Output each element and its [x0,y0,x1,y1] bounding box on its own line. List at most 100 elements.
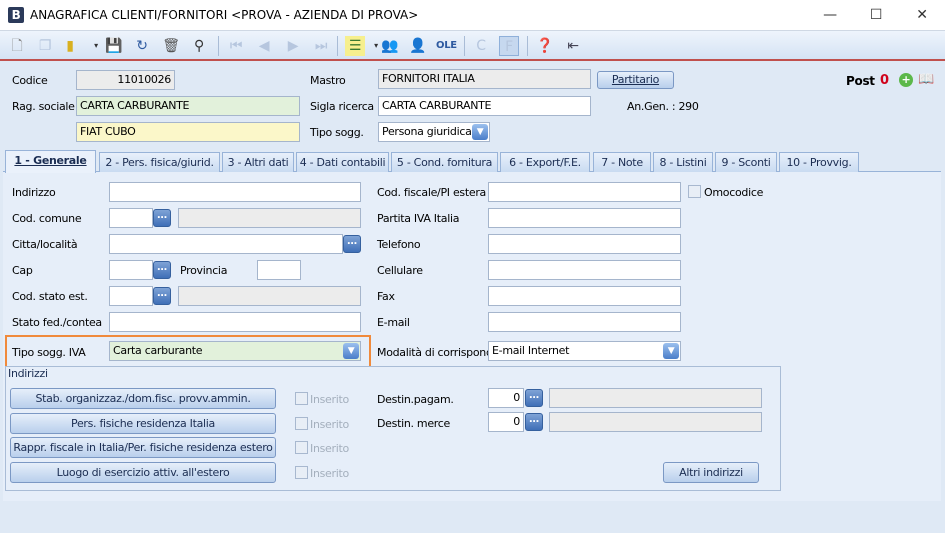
lookup-button[interactable]: … [153,209,171,227]
codice-field[interactable]: 11010026 [76,70,175,90]
undo-icon[interactable]: ↻ [132,36,152,56]
next-record-icon[interactable]: ▶ [283,36,303,56]
tab-note[interactable]: 7 - Note [593,152,651,172]
cod-comune-field[interactable] [109,208,153,228]
sigla-ricerca-field[interactable]: CARTA CARBURANTE [378,96,591,116]
cod-stato-field[interactable] [109,286,153,306]
chevron-down-icon[interactable]: ▼ [472,124,488,140]
cap-field[interactable] [109,260,153,280]
rag-sociale-2-field[interactable]: FIAT CUBO [76,122,300,142]
destin-merce-label: Destin. merce [377,417,450,430]
dropdown-arrow-icon[interactable]: ▾ [86,36,106,56]
partita-iva-field[interactable] [488,208,681,228]
citta-field[interactable] [109,234,343,254]
stato-fed-field[interactable] [109,312,361,332]
lookup-button[interactable]: … [343,235,361,253]
destin-pagam-description [549,388,762,408]
first-record-icon[interactable]: ⏮ [226,36,246,56]
rag-sociale-label: Rag. sociale [12,100,75,113]
minimize-button[interactable]: — [807,0,853,30]
stato-description-field [178,286,361,306]
rag-sociale-field[interactable]: CARTA CARBURANTE [76,96,300,116]
tab-provvig[interactable]: 10 - Provvig. [779,152,859,172]
inserito-label: Inserito [310,418,349,431]
lookup-button[interactable]: … [525,413,543,431]
list-icon[interactable]: ☰ [345,36,365,56]
rappr-fiscale-button[interactable]: Rappr. fiscale in Italia/Per. fisiche re… [10,437,276,458]
omocodice-checkbox[interactable] [688,185,701,198]
close-button[interactable]: ✕ [899,0,945,30]
chevron-down-icon[interactable]: ▼ [343,343,359,359]
telefono-field[interactable] [488,234,681,254]
modalita-value: E-mail Internet [492,344,570,357]
maximize-button[interactable]: ☐ [853,0,899,30]
citta-label: Citta/località [12,238,78,251]
tab-export[interactable]: 6 - Export/F.E. [500,152,590,172]
inserito-checkbox [295,392,308,405]
cod-comune-label: Cod. comune [12,212,82,225]
new-document-icon[interactable]: 🗋 [7,36,27,56]
open-folder-icon[interactable]: ▮ [60,36,80,56]
add-post-icon[interactable]: + [899,73,913,87]
previous-record-icon[interactable]: ◀ [254,36,274,56]
stab-organizzaz-button[interactable]: Stab. organizzaz./dom.fisc. provv.ammin. [10,388,276,409]
book-icon[interactable]: 📖 [918,72,934,87]
tab-pers-fisica[interactable]: 2 - Pers. fisica/giurid. [99,152,220,172]
tab-altri-dati[interactable]: 3 - Altri dati [222,152,294,172]
save-icon[interactable]: 💾 [104,36,124,56]
exit-icon[interactable]: ⇤ [563,36,583,56]
ole-icon[interactable]: OLE [436,36,457,56]
omocodice-label: Omocodice [704,186,764,199]
lookup-button[interactable]: … [525,389,543,407]
post-count: 0 [880,73,889,88]
tipo-sogg-value: Persona giuridica [382,125,472,138]
tab-dati-contabili[interactable]: 4 - Dati contabili [296,152,389,172]
last-record-icon[interactable]: ⏭ [311,36,331,56]
delete-icon[interactable]: 🗑 [161,36,181,56]
modalita-label: Modalità di corrispond. [377,346,496,359]
partitario-button[interactable]: Partitario [597,71,674,89]
app-icon: B [8,7,24,23]
tab-sconti[interactable]: 9 - Sconti [715,152,777,172]
fax-label: Fax [377,290,395,303]
cod-stato-label: Cod. stato est. [12,290,88,303]
codice-label: Codice [12,74,48,87]
luogo-esercizio-button[interactable]: Luogo di esercizio attiv. all'estero [10,462,276,483]
provincia-field[interactable] [257,260,301,280]
copy-icon[interactable]: ❐ [35,36,55,56]
lookup-button[interactable]: … [153,261,171,279]
search-binoculars-icon[interactable]: ⚲ [189,36,209,56]
f-icon[interactable]: F [499,36,519,56]
users-icon[interactable]: 👥 [380,36,400,56]
tipo-iva-label: Tipo sogg. IVA [12,346,86,359]
tab-cond-fornitura[interactable]: 5 - Cond. fornitura [391,152,498,172]
mastro-field[interactable]: FORNITORI ITALIA [378,69,591,89]
destin-pagam-field[interactable]: 0 [488,388,524,408]
tipo-iva-select[interactable]: Carta carburante ▼ [109,341,361,361]
cellulare-field[interactable] [488,260,681,280]
chevron-down-icon[interactable]: ▼ [663,343,679,359]
altri-indirizzi-button[interactable]: Altri indirizzi [663,462,759,483]
indirizzo-field[interactable] [109,182,361,202]
destin-merce-description [549,412,762,432]
window-title: ANAGRAFICA CLIENTI/FORNITORI <PROVA - AZ… [30,8,419,22]
user-card-icon[interactable]: 👤 [408,36,428,56]
modalita-select[interactable]: E-mail Internet ▼ [488,341,681,361]
pers-fisiche-italia-button[interactable]: Pers. fisiche residenza Italia [10,413,276,434]
help-icon[interactable]: ❓ [535,36,555,56]
indirizzi-title: Indirizzi [8,367,48,380]
tab-listini[interactable]: 8 - Listini [653,152,713,172]
inserito-checkbox [295,466,308,479]
tipo-sogg-label: Tipo sogg. [310,126,364,139]
destin-merce-field[interactable]: 0 [488,412,524,432]
fax-field[interactable] [488,286,681,306]
indirizzo-label: Indirizzo [12,186,56,199]
cod-fiscale-field[interactable] [488,182,681,202]
tipo-sogg-select[interactable]: Persona giuridica ▼ [378,122,490,142]
lookup-button[interactable]: … [153,287,171,305]
mastro-label: Mastro [310,74,346,87]
tipo-iva-value: Carta carburante [113,344,203,357]
email-field[interactable] [488,312,681,332]
c-icon[interactable]: C [471,36,491,56]
tab-generale[interactable]: 1 - Generale [5,150,96,173]
